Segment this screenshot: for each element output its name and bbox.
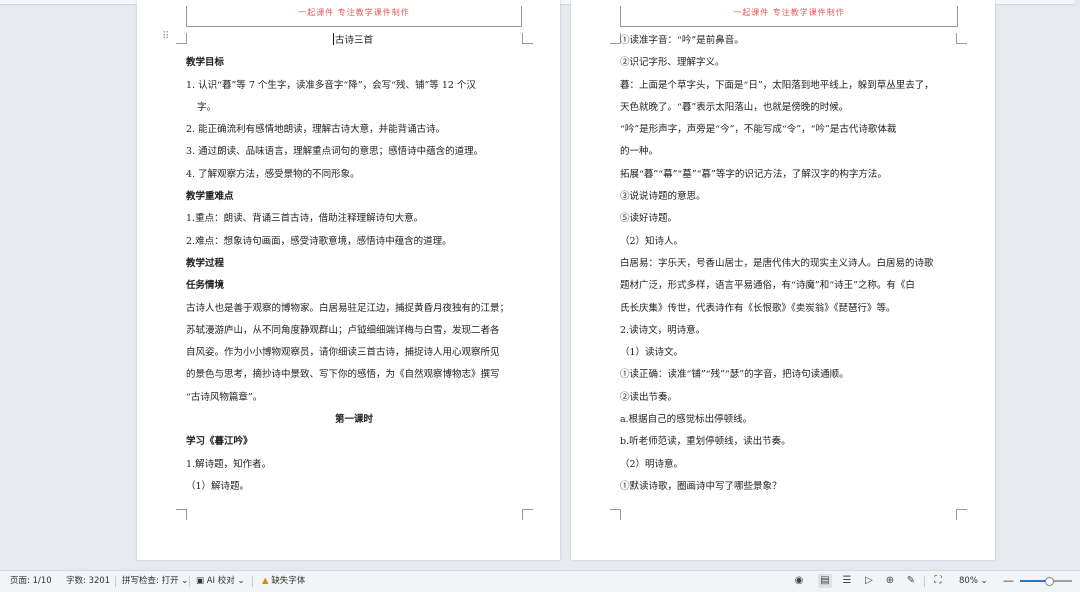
paragraph-line: ①读准字音：“吟”是前鼻音。 — [620, 35, 744, 46]
page-body[interactable]: 古诗三首教学目标 1. 认识“暮”等 7 个生字，读准多音字“降”，会写“残、铺”… — [186, 30, 522, 498]
paragraph-line: （1）解诗题。 — [186, 480, 250, 492]
divider — [252, 576, 253, 587]
chevron-down-icon: ⌄ — [181, 576, 189, 586]
document-page-left[interactable]: 一起课件 专注教学课件制作 古诗三首教学目标 1. 认识“暮”等 7 个生字，读准… — [137, 0, 560, 560]
crop-mark — [176, 509, 187, 520]
document-title: 古诗三首 — [334, 35, 373, 46]
paragraph-line: （1）读诗文。 — [620, 347, 684, 359]
paragraph-line: 的景色与思考，摘抄诗中景致、写下你的感悟，为《自然观察博物志》撰写 — [186, 369, 500, 381]
paragraph-line: 氏长庆集》传世，代表诗作有《长恨歌》《卖炭翁》《琵琶行》等。 — [620, 302, 896, 314]
missing-fonts-button[interactable]: ▲ 缺失字体 — [262, 571, 305, 591]
ai-check-label: AI 校对 — [206, 576, 235, 586]
paragraph-line: 白居易：字乐天，号香山居士，是唐代伟大的现实主义诗人。白居易的诗歌 — [620, 257, 934, 269]
paragraph-line: 古诗人也是善于观察的博物家。白居易驻足江边，捕捉黄昏月夜独有的江景； — [186, 302, 510, 314]
page-body[interactable]: ①读准字音：“吟”是前鼻音。 ②识记字形、理解字义。暮：上面是个草字头，下面是“日… — [620, 30, 958, 498]
spell-check-label: 拼写检查: 打开 — [122, 576, 179, 586]
pen-icon[interactable]: ✎ — [904, 574, 918, 588]
zoom-out-icon[interactable]: — — [1003, 571, 1014, 591]
divider — [924, 576, 925, 587]
paragraph-line: 2.难点：想象诗句画面，感受诗歌意境，感悟诗中蕴含的道理。 — [186, 235, 452, 247]
paragraph-line: （2）明诗意。 — [620, 458, 684, 470]
zoom-slider-knob[interactable] — [1044, 577, 1054, 586]
chevron-down-icon: ⌄ — [237, 576, 245, 586]
paragraph-line: 题材广泛，形式多样，语言平易通俗，有“诗魔”和“诗王”之称。有《白 — [620, 280, 915, 292]
chevron-down-icon: ⌄ — [980, 576, 988, 586]
paragraph-line: a.根据自己的感觉标出停顿线。 — [620, 414, 753, 426]
warning-icon: ▲ — [262, 576, 269, 586]
paragraph-line: 暮：上面是个草字头，下面是“日”，太阳落到地平线上，躲到草丛里去了， — [620, 79, 934, 91]
paragraph-line: 1.重点：朗读、背诵三首古诗，借助注释理解诗句大意。 — [186, 213, 424, 225]
paragraph-line: 4. 了解观察方法，感受景物的不同形象。 — [186, 168, 360, 180]
page-indicator[interactable]: 页面: 1/10 — [10, 571, 52, 591]
paragraph-line: “吟”是形声字，声旁是“今”，不能写成“令”，“吟”是古代诗歌体裁 — [620, 124, 897, 136]
paragraph-line: 苏轼漫游庐山，从不同角度静观群山；卢钺细细端详梅与白雪，发现二者各 — [186, 324, 500, 336]
crop-mark — [522, 509, 533, 520]
paragraph-line: 2.读诗文，明诗意。 — [620, 324, 706, 336]
paragraph-line: 1.解诗题，知作者。 — [186, 458, 272, 470]
section-heading: 教学重难点 — [186, 191, 234, 203]
crop-mark — [610, 509, 621, 520]
paragraph-line: ②识记字形、理解字义。 — [620, 57, 725, 69]
paragraph-line: ①读正确：读准“铺”“残”“瑟”的字音，把诗句读通顺。 — [620, 369, 849, 381]
paragraph-line: 自风姿。作为小小博物观察员，请你细读三首古诗，捕捉诗人用心观察所见 — [186, 347, 500, 359]
divider — [189, 576, 190, 587]
play-icon[interactable]: ▷ — [862, 574, 876, 588]
zoom-value: 80% — [959, 576, 978, 586]
lesson-heading: 第一课时 — [334, 414, 373, 426]
ai-check-icon: ▣ — [196, 576, 205, 586]
paragraph-line: 2. 能正确流利有感情地朗读，理解古诗大意，并能背诵古诗。 — [186, 124, 446, 136]
section-heading: 教学目标 — [186, 57, 225, 69]
ai-check-button[interactable]: ▣ AI 校对 ⌄ — [196, 571, 245, 591]
missing-fonts-label: 缺失字体 — [271, 576, 306, 586]
zoom-level[interactable]: 80% ⌄ — [959, 571, 988, 591]
web-view-icon[interactable]: ⊕ — [883, 574, 897, 588]
paragraph-line: ③说说诗题的意思。 — [620, 191, 706, 203]
status-bar: 页面: 1/10 字数: 3201 拼写检查: 打开 ⌄ ▣ AI 校对 ⌄ ▲… — [0, 570, 1080, 592]
spell-check-toggle[interactable]: 拼写检查: 打开 ⌄ — [122, 571, 188, 591]
divider — [115, 576, 116, 587]
text-cursor — [333, 33, 334, 45]
word-count[interactable]: 字数: 3201 — [66, 571, 110, 591]
paragraph-line: ⑤读好诗题。 — [620, 213, 678, 225]
paragraph-line: “古诗风物篇章”。 — [186, 391, 263, 403]
paragraph-line: 天色就晚了。“暮”表示太阳落山，也就是傍晚的时候。 — [620, 101, 849, 113]
document-page-right[interactable]: 一起课件 专注教学课件制作 ①读准字音：“吟”是前鼻音。 ②识记字形、理解字义。暮… — [571, 0, 995, 560]
document-workspace: 一起课件 专注教学课件制作 古诗三首教学目标 1. 认识“暮”等 7 个生字，读准… — [0, 0, 1080, 570]
page-header: 一起课件 专注教学课件制作 — [620, 6, 958, 27]
section-heading: 学习《暮江吟》 — [186, 436, 253, 448]
paragraph-line: ②读出节奏。 — [620, 391, 678, 403]
paragraph-line: 字。 — [197, 101, 217, 113]
page-header: 一起课件 专注教学课件制作 — [186, 6, 522, 27]
crop-mark — [522, 33, 533, 44]
paragraph-line: （2）知诗人。 — [620, 235, 684, 247]
eye-icon[interactable]: ◉ — [792, 574, 806, 588]
vertical-scrollbar[interactable] — [1074, 0, 1080, 570]
outline-view-icon[interactable]: ☰ — [840, 574, 854, 588]
paragraph-line: ①默读诗歌，圈画诗中写了哪些景象？ — [620, 480, 782, 492]
section-heading: 任务情境 — [186, 280, 225, 292]
crop-mark — [956, 509, 967, 520]
drag-handle-icon[interactable]: ⠿ — [162, 31, 169, 42]
paragraph-line: 拓展“暮”“幕”“墓”“慕”等字的识记方法，了解汉字的构字方法。 — [620, 168, 887, 180]
paragraph-line: 1. 认识“暮”等 7 个生字，读准多音字“降”，会写“残、铺”等 12 个汉 — [186, 79, 476, 91]
fullscreen-icon[interactable]: ⛶ — [931, 574, 945, 588]
section-heading: 教学过程 — [186, 257, 225, 269]
paragraph-line: 3. 通过朗读、品味语言，理解重点词句的意思；感悟诗中蕴含的道理。 — [186, 146, 484, 158]
paragraph-line: 的一种。 — [620, 146, 659, 158]
page-view-icon[interactable]: ▤ — [818, 574, 832, 588]
paragraph-line: b.听老师范读，重划停顿线，读出节奏。 — [620, 436, 791, 448]
